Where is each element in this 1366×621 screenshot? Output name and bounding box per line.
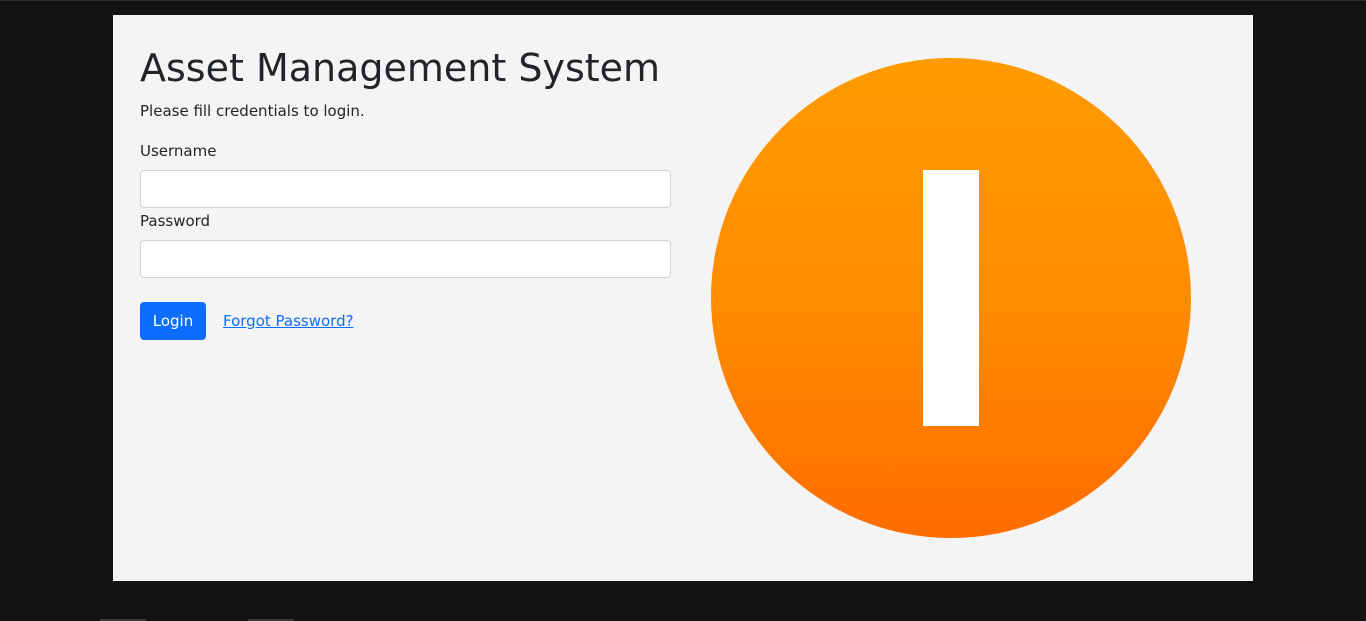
window-top-border (0, 0, 1366, 1)
logo-i-icon (711, 58, 1191, 538)
login-button[interactable]: Login (140, 302, 206, 340)
username-label: Username (140, 142, 217, 160)
password-label: Password (140, 212, 211, 230)
username-input[interactable] (140, 170, 671, 208)
login-card: Asset Management System Please fill cred… (113, 15, 1253, 581)
password-input[interactable] (140, 240, 671, 278)
page-subtitle: Please fill credentials to login. (140, 102, 365, 120)
page-title: Asset Management System (140, 46, 661, 90)
logo-bar (923, 170, 979, 426)
forgot-password-link[interactable]: Forgot Password? (223, 311, 354, 331)
